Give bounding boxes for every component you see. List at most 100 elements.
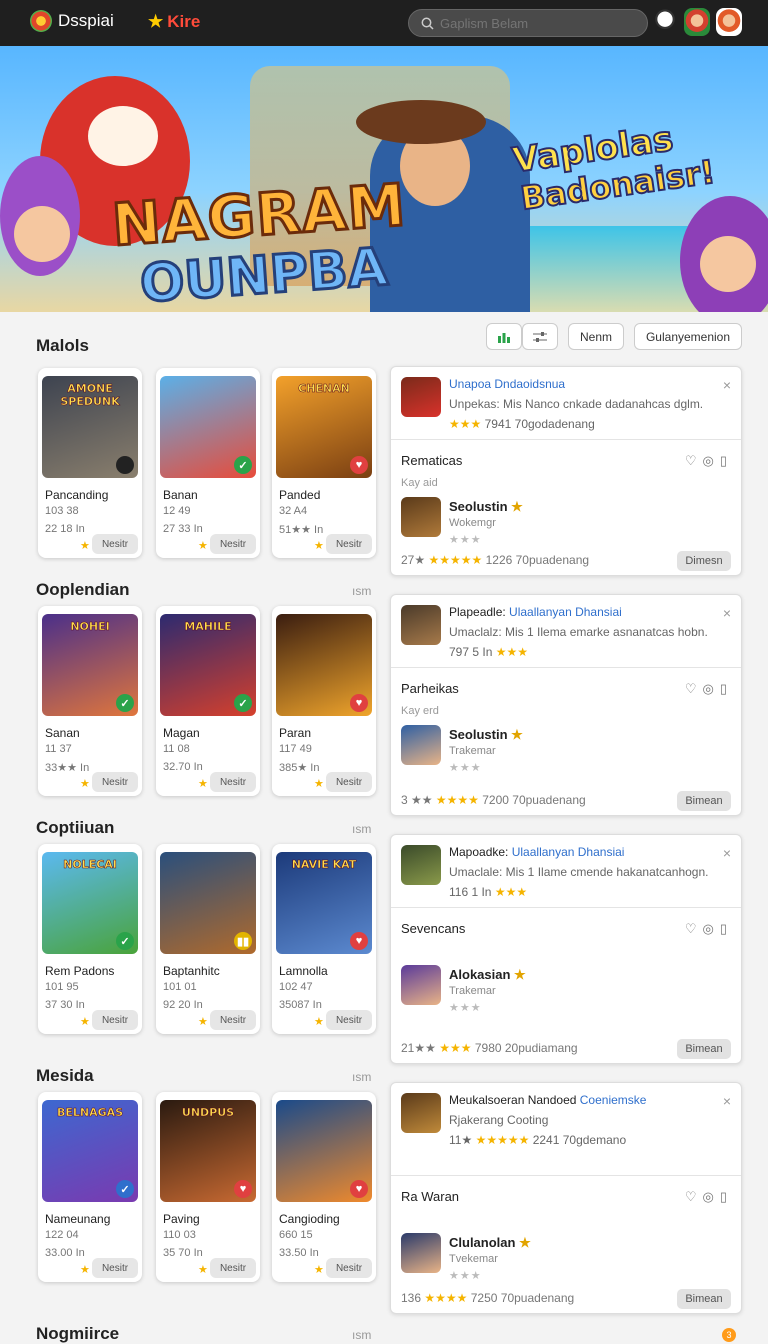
game-card[interactable]: ✓ Banan 12 49 27 33 In ★ Nesitr xyxy=(156,368,260,558)
status-tag-icon xyxy=(116,456,134,474)
row-rating-count: 136 xyxy=(401,1291,422,1305)
close-icon[interactable]: × xyxy=(723,845,731,861)
search-box[interactable] xyxy=(408,9,648,37)
card-action-button[interactable]: Nesitr xyxy=(210,1258,256,1278)
status-tag-icon: ♥ xyxy=(350,694,368,712)
panel-action-button[interactable]: Bimean xyxy=(677,791,731,811)
game-card[interactable]: NOHEI ✓ Sanan 11 37 33★★ In ★ Nesitr xyxy=(38,606,142,796)
subsection-actions: ♡ ◎ ▯ xyxy=(685,1189,727,1205)
heart-icon[interactable]: ♡ xyxy=(685,1189,697,1205)
card-action-button[interactable]: Nesitr xyxy=(326,534,372,554)
settings-icon[interactable]: ◎ xyxy=(703,681,714,697)
section-title: Coptiiuan xyxy=(36,818,115,837)
brand[interactable]: Dsspiai xyxy=(30,10,114,32)
section-title: Mesida xyxy=(36,1066,94,1085)
panel-action-button[interactable]: Bimean xyxy=(677,1039,731,1059)
phone-icon[interactable]: ▯ xyxy=(720,681,727,697)
girl-face xyxy=(14,206,70,262)
settings-icon[interactable]: ◎ xyxy=(703,1189,714,1205)
panel-title[interactable]: Meukalsoeran Nandoed Coeniemske xyxy=(449,1093,646,1107)
section-more-link[interactable]: ısm xyxy=(352,584,371,598)
sliders-icon xyxy=(533,331,547,342)
search-input[interactable] xyxy=(440,15,640,31)
card-action-button[interactable]: Nesitr xyxy=(326,1258,372,1278)
game-card[interactable]: MAHILE ✓ Magan 11 08 32.70 In ★ Nesitr xyxy=(156,606,260,796)
game-stat: 32 A4 xyxy=(279,505,308,517)
panel-action-button[interactable]: Bimean xyxy=(677,1289,731,1309)
detail-panel: Meukalsoeran Nandoed Coeniemske × Rjaker… xyxy=(390,1082,742,1314)
row-rating-stars: ★★★★ xyxy=(424,1291,468,1305)
card-action-button[interactable]: Nesitr xyxy=(326,772,372,792)
card-action-button[interactable]: Nesitr xyxy=(92,1258,138,1278)
heart-icon[interactable]: ♡ xyxy=(685,921,697,937)
heart-icon[interactable]: ♡ xyxy=(685,681,697,697)
item-subtitle: Wokemgr xyxy=(449,517,496,529)
row-rating-count: 27★ xyxy=(401,553,426,567)
game-name: Banan xyxy=(163,488,198,502)
item-name-text: Seolustin xyxy=(449,727,508,742)
panel-title-link[interactable]: Unapoa Dndaoidsnua xyxy=(449,377,565,391)
panel-action-button[interactable]: Dimesn xyxy=(677,551,731,571)
notification-badge[interactable]: 3 xyxy=(722,1328,736,1342)
game-card[interactable]: CHENAN ♥ Panded 32 A4 51★★ In ★ Nesitr xyxy=(272,368,376,558)
game-card[interactable]: NOLECAI ✓ Rem Padons 101 95 37 30 In ★ N… xyxy=(38,844,142,1034)
store-link[interactable]: ★ Kire xyxy=(148,12,200,32)
section-more-link[interactable]: ısm xyxy=(352,822,371,836)
close-icon[interactable]: × xyxy=(723,1093,731,1109)
explorer-hat xyxy=(356,100,486,144)
game-card[interactable]: AMONE SPEDUNK Pancanding 103 38 22 18 In… xyxy=(38,368,142,558)
card-action-button[interactable]: Nesitr xyxy=(210,534,256,554)
item-name: Seolustin ★ xyxy=(449,727,523,743)
card-action-button[interactable]: Nesitr xyxy=(92,534,138,554)
avatar[interactable] xyxy=(716,8,742,36)
panel-title[interactable]: Unapoa Dndaoidsnua xyxy=(449,377,565,391)
thumbnail-title: NOLECAI xyxy=(63,858,117,872)
close-icon[interactable]: × xyxy=(723,605,731,621)
game-card[interactable]: UNDPUS ♥ Paving 110 03 35 70 In ★ Nesitr xyxy=(156,1092,260,1282)
item-name-text: Alokasian xyxy=(449,967,511,982)
hero-banner[interactable]: NAGRAM OUNPBA Vaplolas Badonaisr! xyxy=(0,46,768,312)
game-card[interactable]: ♥ Paran 117 49 385★ In ★ Nesitr xyxy=(272,606,376,796)
settings-icon[interactable]: ◎ xyxy=(703,453,714,469)
card-action-button[interactable]: Nesitr xyxy=(92,772,138,792)
game-card[interactable]: ▮▮ Baptanhitc 101 01 92 20 In ★ Nesitr xyxy=(156,844,260,1034)
phone-icon[interactable]: ▯ xyxy=(720,1189,727,1205)
panel-title-link[interactable]: Coeniemske xyxy=(580,1093,647,1107)
panel-title-link[interactable]: Ulaallanyan Dhansiai xyxy=(509,605,622,619)
game-stat: 22 18 In xyxy=(45,523,85,535)
game-card[interactable]: BELNAGAS ✓ Nameunang 122 04 33.00 In ★ N… xyxy=(38,1092,142,1282)
section-title: Nogmiirce xyxy=(36,1324,120,1343)
filter-sliders-button[interactable] xyxy=(522,323,558,350)
avatar[interactable] xyxy=(652,8,678,36)
section-more-link[interactable]: ısm xyxy=(352,1328,371,1342)
row-rating-downloads: 7200 70puadenang xyxy=(482,793,586,807)
avatar[interactable] xyxy=(684,8,710,36)
status-tag-icon: ♥ xyxy=(350,1180,368,1198)
settings-icon[interactable]: ◎ xyxy=(703,921,714,937)
phone-icon[interactable]: ▯ xyxy=(720,453,727,469)
category-button[interactable]: Gulanyemenion xyxy=(634,323,742,350)
panel-title-link[interactable]: Ulaallanyan Dhansiai xyxy=(512,845,625,859)
phone-icon[interactable]: ▯ xyxy=(720,921,727,937)
card-action-button[interactable]: Nesitr xyxy=(210,1010,256,1030)
item-icon xyxy=(401,1233,441,1273)
status-tag-icon: ✓ xyxy=(116,932,134,950)
game-card[interactable]: NAVIE KAT ♥ Lamnolla 102 47 35087 In ★ N… xyxy=(272,844,376,1034)
menu-button[interactable]: Nenm xyxy=(568,323,624,350)
card-action-button[interactable]: Nesitr xyxy=(92,1010,138,1030)
section-more-link[interactable]: ısm xyxy=(352,1070,371,1084)
card-action-button[interactable]: Nesitr xyxy=(210,772,256,792)
star-icon: ★ xyxy=(198,1264,208,1276)
trophy-icon: ★ xyxy=(514,967,526,982)
close-icon[interactable]: × xyxy=(723,377,731,393)
card-action-button[interactable]: Nesitr xyxy=(326,1010,372,1030)
row-rating-stars: ★★★ xyxy=(439,1041,472,1055)
panel-title[interactable]: Plapeadle: Ulaallanyan Dhansiai xyxy=(449,605,622,619)
game-thumbnail: ✓ xyxy=(160,376,256,478)
filter-chart-button[interactable] xyxy=(486,323,522,350)
panel-title[interactable]: Mapoadke: Ulaallanyan Dhansiai xyxy=(449,845,624,859)
game-stat: 110 03 xyxy=(163,1229,196,1241)
rating-stars: ★★★ xyxy=(495,645,528,659)
heart-icon[interactable]: ♡ xyxy=(685,453,697,469)
game-card[interactable]: ♥ Cangioding 660 15 33.50 In ★ Nesitr xyxy=(272,1092,376,1282)
